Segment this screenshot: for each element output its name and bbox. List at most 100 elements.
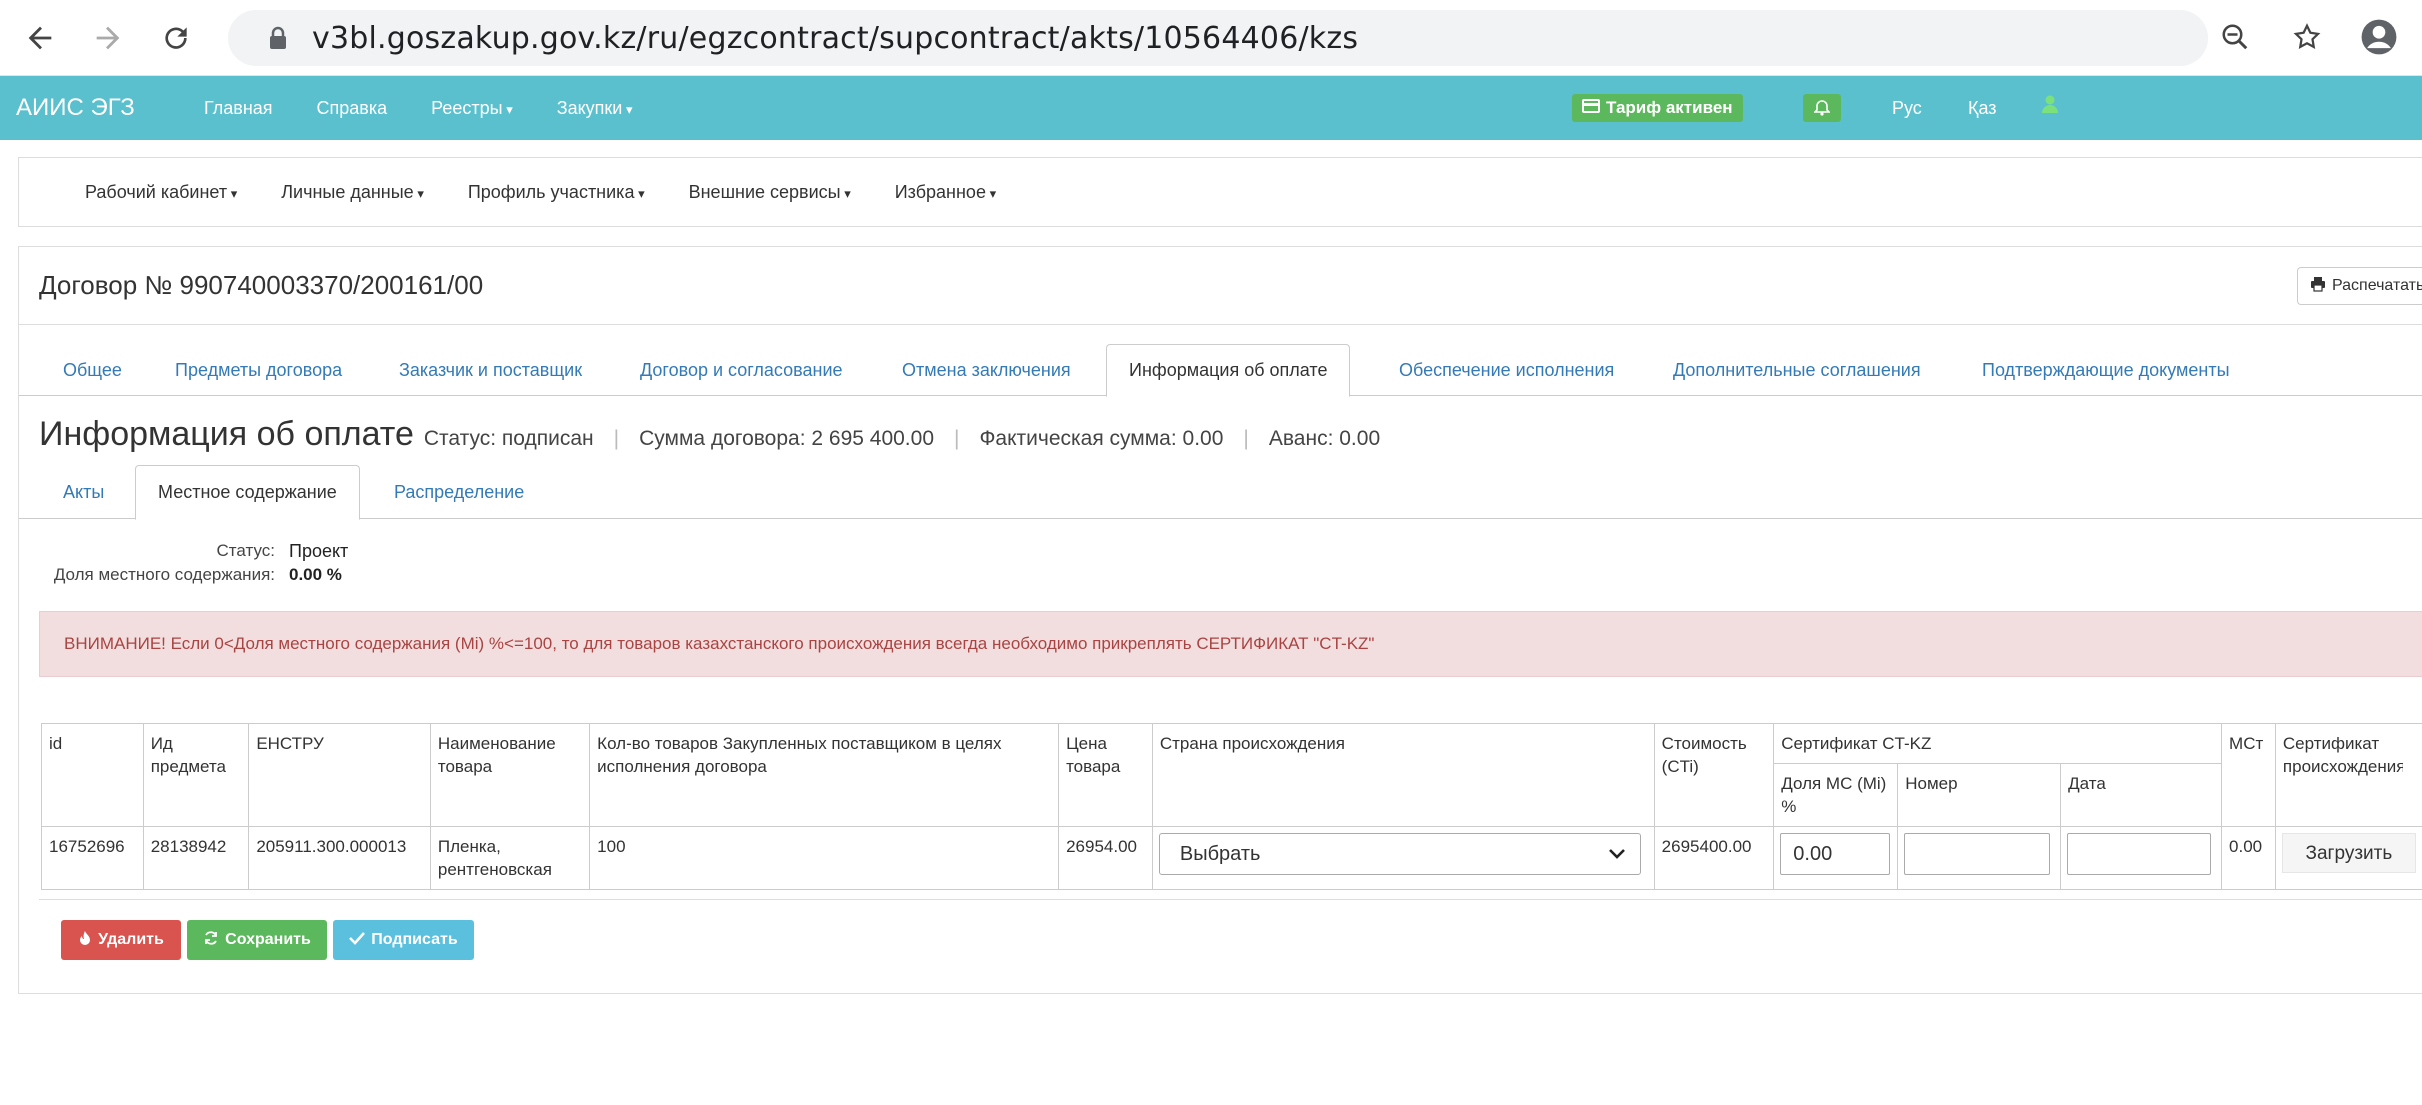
tab-contract-approval[interactable]: Договор и согласование xyxy=(640,344,843,396)
user-icon[interactable] xyxy=(2040,94,2060,120)
sign-label: Подписать xyxy=(371,931,458,948)
tariff-badge[interactable]: Тариф активен xyxy=(1572,94,1743,122)
cert-share-input[interactable]: 0.00 xyxy=(1780,833,1891,875)
contract-tabs: Общее Предметы договора Заказчик и поста… xyxy=(19,344,2422,397)
page-title: Информация об оплате xyxy=(39,415,414,453)
col-quantity: Кол-во товаров Закупленных поставщиком в… xyxy=(589,723,1060,827)
menu-help[interactable]: Справка xyxy=(317,98,388,119)
profile-avatar-icon[interactable] xyxy=(2356,14,2402,60)
contract-sum: Сумма договора: 2 695 400.00 xyxy=(639,427,934,450)
cell-price: 26954.00 xyxy=(1058,826,1153,890)
table-row: 16752696 28138942 205911.300.000013 Плен… xyxy=(41,826,2422,890)
country-select[interactable]: Выбрать xyxy=(1158,833,1641,875)
col-price: Цена товара xyxy=(1058,723,1153,827)
cell-cert-date xyxy=(2060,826,2223,890)
back-arrow-icon[interactable] xyxy=(12,10,68,66)
reload-icon[interactable] xyxy=(148,10,204,66)
print-button[interactable]: Распечатать xyxy=(2297,267,2422,305)
separator: | xyxy=(1243,427,1249,450)
cell-id: 16752696 xyxy=(41,826,144,890)
payment-subtabs: Акты Местное содержание Распределение xyxy=(19,465,2422,520)
col-cert-share: Доля МС (Mi) % xyxy=(1773,763,1899,827)
tab-general[interactable]: Общее xyxy=(63,344,122,396)
printer-icon xyxy=(2310,276,2326,297)
cell-enstru: 205911.300.000013 xyxy=(248,826,431,890)
separator: | xyxy=(954,427,960,450)
contract-header: Договор № 990740003370/200161/00 xyxy=(19,247,2422,325)
tab-supporting-documents[interactable]: Подтверждающие документы xyxy=(1982,344,2230,396)
lock-icon xyxy=(258,26,298,50)
tab-performance-security[interactable]: Обеспечение исполнения xyxy=(1399,344,1614,396)
cell-mst: 0.00 xyxy=(2221,826,2276,890)
col-item-id: Ид предмета xyxy=(142,723,250,827)
actual-sum: Фактическая сумма: 0.00 xyxy=(979,427,1224,450)
save-label: Сохранить xyxy=(225,931,311,948)
menu-home[interactable]: Главная xyxy=(204,98,273,119)
separator: | xyxy=(613,427,620,450)
tab-cancellation[interactable]: Отмена заключения xyxy=(902,344,1071,396)
bell-icon[interactable] xyxy=(1803,94,1841,122)
menu-registries[interactable]: Реестры xyxy=(431,98,513,119)
save-button[interactable]: Сохранить xyxy=(187,920,327,960)
warning-alert: ВНИМАНИЕ! Если 0<Доля местного содержани… xyxy=(39,611,2422,677)
subtab-distribution[interactable]: Распределение xyxy=(394,465,524,519)
contract-panel: Договор № 990740003370/200161/00 Распеча… xyxy=(18,246,2422,994)
refresh-icon xyxy=(203,930,219,951)
col-enstru: ЕНСТРУ xyxy=(248,723,431,827)
col-certificate: Сертификат CT-KZ xyxy=(1773,723,2223,764)
sign-button[interactable]: Подписать xyxy=(333,920,474,960)
contract-title: Договор № 990740003370/200161/00 xyxy=(39,270,484,300)
card-icon xyxy=(1582,98,1600,118)
print-label: Распечатать xyxy=(2332,277,2422,294)
cell-cert-share: 0.00 xyxy=(1773,826,1899,890)
cell-quantity: 100 xyxy=(589,826,1060,890)
tab-customer-supplier[interactable]: Заказчик и поставщик xyxy=(399,344,582,396)
tab-additional-agreements[interactable]: Дополнительные соглашения xyxy=(1673,344,1921,396)
advance-sum: Аванс: 0.00 xyxy=(1268,427,1381,450)
cert-number-input[interactable] xyxy=(1904,833,2051,875)
share-label: Доля местного содержания: xyxy=(53,565,275,584)
cabinet-menu: Рабочий кабинет Личные данные Профиль уч… xyxy=(18,157,2422,227)
cell-country: Выбрать xyxy=(1151,826,1655,890)
submenu-participant-profile[interactable]: Профиль участника xyxy=(468,182,645,203)
col-country: Страна происхождения xyxy=(1151,723,1655,827)
delete-label: Удалить xyxy=(98,931,164,948)
forward-arrow-icon[interactable] xyxy=(80,10,136,66)
submenu-favorites[interactable]: Избранное xyxy=(895,182,996,203)
cell-cert-number xyxy=(1897,826,2062,890)
bookmark-star-icon[interactable] xyxy=(2284,14,2330,60)
fire-icon xyxy=(78,930,92,951)
menu-purchases[interactable]: Закупки xyxy=(557,98,633,119)
cell-cost: 2695400.00 xyxy=(1653,826,1775,890)
delete-button[interactable]: Удалить xyxy=(61,920,181,960)
checkmark-icon xyxy=(349,931,366,950)
col-name: Наименование товара xyxy=(429,723,591,827)
browser-toolbar: v3bl.goszakup.gov.kz/ru/egzcontract/supc… xyxy=(0,0,2422,76)
upload-button[interactable]: Загрузить xyxy=(2281,833,2416,873)
warning-text: ВНИМАНИЕ! Если 0<Доля местного содержани… xyxy=(64,634,1375,653)
zoom-out-icon[interactable] xyxy=(2212,14,2258,60)
tab-contract-items[interactable]: Предметы договора xyxy=(175,344,342,396)
tariff-label: Тариф активен xyxy=(1606,98,1733,117)
submenu-personal-data[interactable]: Личные данные xyxy=(281,182,424,203)
lang-kz[interactable]: Қаз xyxy=(1968,98,1997,119)
cell-origin-cert: Загрузить xyxy=(2274,826,2422,890)
payment-summary: Информация об оплате Статус: подписан | … xyxy=(39,415,1380,454)
submenu-external-services[interactable]: Внешние сервисы xyxy=(689,182,851,203)
submenu-workspace[interactable]: Рабочий кабинет xyxy=(85,182,237,203)
subtab-acts[interactable]: Акты xyxy=(63,465,104,519)
col-cert-number: Номер xyxy=(1897,763,2062,827)
col-origin-cert: Сертификат происхождения xyxy=(2274,723,2422,827)
subtab-local-content[interactable]: Местное содержание xyxy=(135,465,360,520)
chevron-down-icon xyxy=(1608,843,1626,866)
address-bar[interactable]: v3bl.goszakup.gov.kz/ru/egzcontract/supc… xyxy=(228,10,2208,66)
tab-payment-info[interactable]: Информация об оплате xyxy=(1106,344,1351,397)
action-buttons: Удалить Сохранить Подписать xyxy=(61,920,474,960)
lang-ru[interactable]: Рус xyxy=(1892,98,1922,119)
col-mst: МСт xyxy=(2221,723,2276,827)
share-value: 0.00 % xyxy=(289,565,342,584)
app-brand[interactable]: АИИС ЭГЗ xyxy=(16,94,186,122)
col-cost: Стоимость (CTi) xyxy=(1653,723,1775,827)
col-cert-date: Дата xyxy=(2060,763,2223,827)
cert-date-input[interactable] xyxy=(2067,833,2212,875)
